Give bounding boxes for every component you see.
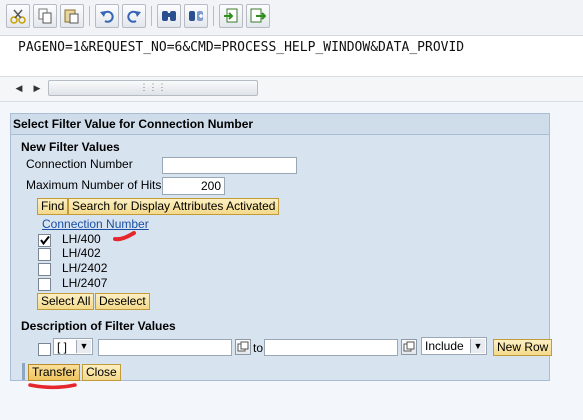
find-next-icon[interactable] [184,4,208,28]
to-value-input[interactable] [264,339,398,356]
from-value-input[interactable] [98,339,232,356]
operator-value: [ ] [57,340,68,354]
value-checkbox[interactable] [38,234,51,247]
export-icon[interactable] [246,4,270,28]
scroll-thumb[interactable]: ⋮⋮⋮ [48,80,258,96]
scroll-left-icon[interactable]: ◀ [12,81,26,95]
url-text-area[interactable]: PAGENO=1&REQUEST_NO=6&CMD=PROCESS_HELP_W… [0,36,583,77]
sign-select[interactable]: Include ▼ [421,337,487,355]
toolbar-separator [213,6,214,26]
find-button[interactable]: Find [37,198,69,215]
new-filter-heading: New Filter Values [21,140,120,154]
description-heading: Description of Filter Values [21,319,176,333]
connection-number-label: Connection Number [26,157,133,171]
value-checkbox[interactable] [38,248,51,261]
value-checkbox[interactable] [38,263,51,276]
value-help-icon[interactable] [235,339,251,355]
panel-title: Select Filter Value for Connection Numbe… [13,117,254,131]
scroll-right-icon[interactable]: ▶ [30,81,44,95]
connection-number-input[interactable] [162,157,297,174]
value-checkbox[interactable] [38,278,51,291]
operator-select[interactable]: [ ] ▼ [53,338,93,355]
close-button[interactable]: Close [82,364,121,381]
value-label: LH/2407 [62,276,108,290]
toolbar-separator [151,6,152,26]
value-help-icon[interactable] [401,339,417,355]
button-bar-marker [22,363,25,380]
import-icon[interactable] [219,4,243,28]
deselect-button[interactable]: Deselect [95,293,150,310]
transfer-button[interactable]: Transfer [28,364,81,381]
redo-icon[interactable] [122,4,146,28]
find-icon[interactable] [157,4,181,28]
row-checkbox[interactable] [38,343,51,356]
annotation-underline [28,383,77,389]
cut-icon[interactable] [6,4,30,28]
value-label: LH/402 [62,246,101,260]
chevron-down-icon[interactable]: ▼ [76,340,91,353]
toolbar-separator [89,6,90,26]
to-label: to [253,341,264,355]
url-text: PAGENO=1&REQUEST_NO=6&CMD=PROCESS_HELP_W… [18,40,465,55]
value-label: LH/400 [62,232,101,246]
paste-icon[interactable] [60,4,84,28]
annotation-mark [113,231,136,242]
horizontal-scrollbar[interactable]: ◀ ▶ ⋮⋮⋮ [0,77,583,102]
max-hits-input[interactable]: 200 [162,177,225,195]
max-hits-label: Maximum Number of Hits [26,178,162,192]
copy-icon[interactable] [33,4,57,28]
undo-icon[interactable] [95,4,119,28]
toolbar [0,0,583,36]
value-label: LH/2402 [62,261,108,275]
sign-value: Include [425,339,464,353]
select-all-button[interactable]: Select All [37,293,95,310]
new-row-button[interactable]: New Row [493,339,553,356]
search-display-attributes-button[interactable]: Search for Display Attributes Activated [68,198,280,215]
chevron-down-icon[interactable]: ▼ [470,339,485,353]
